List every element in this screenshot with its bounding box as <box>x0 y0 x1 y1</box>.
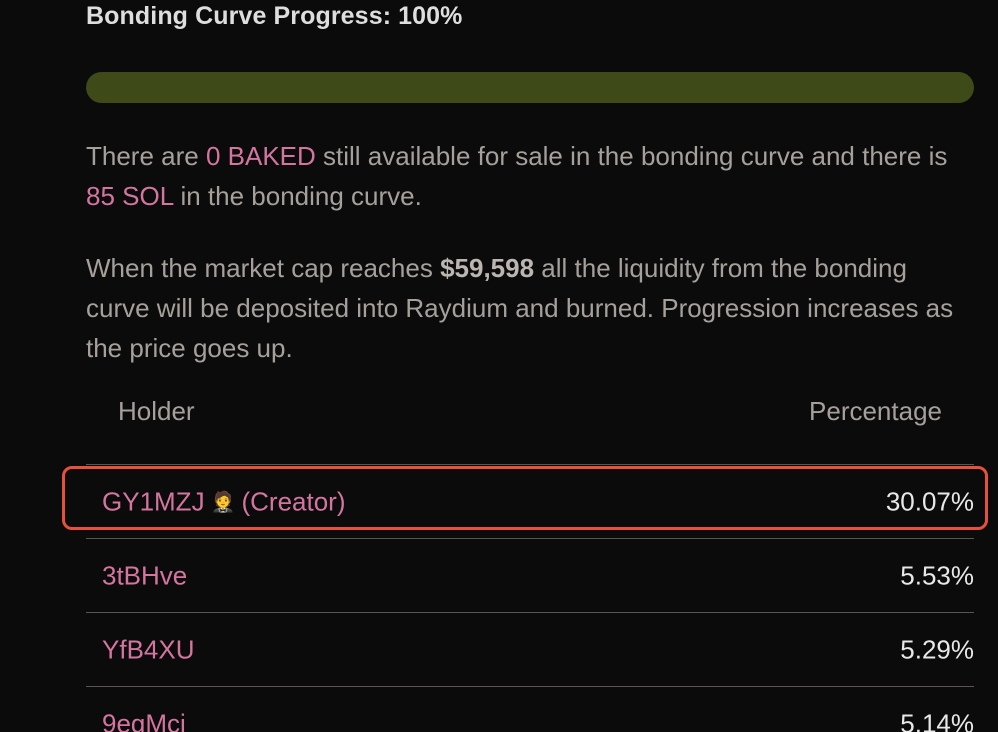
progress-title: Bonding Curve Progress: 100% <box>86 2 463 30</box>
progress-bar-fill <box>86 72 974 103</box>
market-cap-info-text: When the market cap reaches $59,598 all … <box>86 248 976 368</box>
supply-text-part: There are <box>86 141 206 171</box>
market-cap-value: $59,598 <box>440 253 535 283</box>
holder-link[interactable]: YfB4XU <box>102 634 195 665</box>
percentage-column-header: Percentage <box>809 396 942 426</box>
supply-info-text: There are 0 BAKED still available for sa… <box>86 136 976 216</box>
table-row: YfB4XU 5.29% <box>86 613 974 686</box>
holder-percentage: 5.29% <box>900 634 974 664</box>
baked-amount: 0 BAKED <box>205 141 316 171</box>
supply-text-part: still available for sale in the bonding … <box>315 141 948 171</box>
sol-amount: 85 SOL <box>86 181 174 211</box>
holder-link[interactable]: 3tBHve <box>102 560 187 591</box>
holder-link[interactable]: 9egMcj <box>102 708 186 732</box>
creator-row-highlight <box>62 466 988 530</box>
market-cap-text-part: When the market cap reaches <box>86 253 441 283</box>
holders-table-header: Holder Percentage <box>86 396 974 436</box>
table-row: 3tBHve 5.53% <box>86 539 974 612</box>
holder-percentage: 5.53% <box>900 560 974 590</box>
progress-bar <box>86 72 974 103</box>
bonding-curve-panel: Bonding Curve Progress: 100% There are 0… <box>0 0 998 732</box>
supply-text-part: in the bonding curve. <box>173 181 422 211</box>
holder-percentage: 5.14% <box>900 708 974 732</box>
table-row: 9egMcj 5.14% <box>86 687 974 732</box>
holder-column-header: Holder <box>118 396 195 426</box>
